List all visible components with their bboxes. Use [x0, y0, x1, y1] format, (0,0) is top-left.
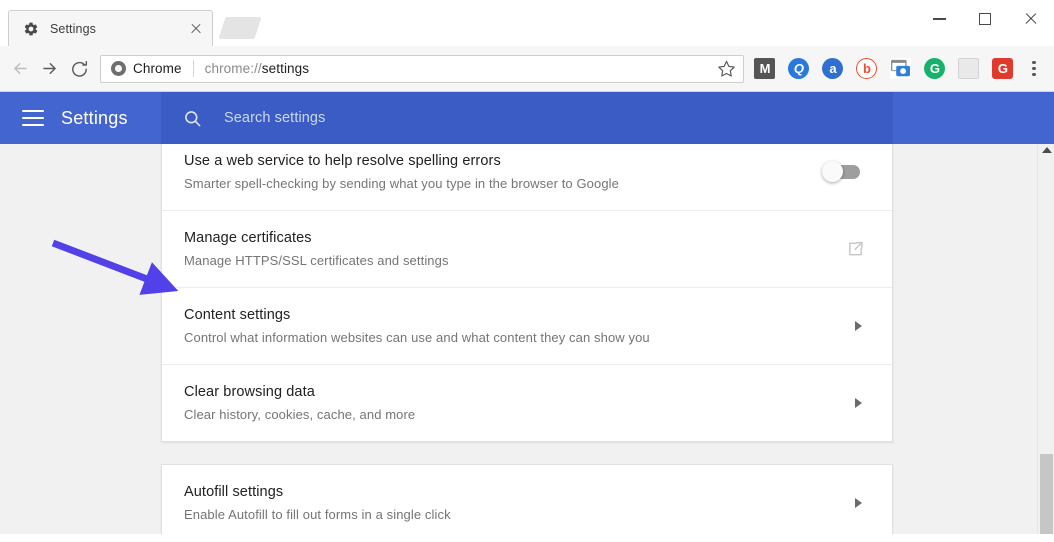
alexa-extension-icon[interactable]: a: [816, 52, 850, 86]
autofill-settings-card: Autofill settings Enable Autofill to fil…: [161, 464, 893, 534]
content-settings-row[interactable]: Content settings Control what informatio…: [162, 288, 892, 365]
window-controls: [916, 0, 1054, 46]
gmail-offline-extension-icon[interactable]: G: [986, 52, 1020, 86]
vertical-scrollbar[interactable]: [1037, 144, 1054, 534]
hamburger-menu-icon[interactable]: [22, 110, 44, 126]
url-text: chrome://settings: [205, 61, 310, 76]
scroll-up-arrow-icon[interactable]: [1041, 147, 1052, 153]
url-path: settings: [261, 61, 310, 76]
search-placeholder: Search settings: [224, 110, 326, 126]
back-button[interactable]: [6, 54, 35, 84]
chevron-right-icon[interactable]: [855, 321, 862, 331]
search-input[interactable]: Search settings: [161, 92, 893, 144]
row-subtitle: Enable Autofill to fill out forms in a s…: [184, 507, 451, 522]
chrome-logo-icon: [110, 61, 126, 76]
chrome-menu-icon[interactable]: [1020, 52, 1048, 86]
page-title: Settings: [61, 107, 128, 128]
row-title: Content settings: [184, 307, 291, 323]
reload-button[interactable]: [65, 54, 94, 84]
new-tab-button[interactable]: [218, 17, 262, 39]
tab-strip: Settings: [0, 0, 880, 46]
forward-button[interactable]: [35, 54, 64, 84]
screenshot-extension-icon[interactable]: [884, 52, 918, 86]
browser-window: Settings Chrome chrome://settings M Q a …: [0, 0, 1054, 542]
row-action: [855, 398, 874, 408]
note-extension-icon[interactable]: [952, 52, 986, 86]
url-scheme: chrome://: [204, 61, 262, 76]
search-icon: [183, 109, 202, 128]
external-link-icon[interactable]: [847, 241, 864, 258]
row-subtitle: Control what information websites can us…: [184, 330, 650, 345]
browser-toolbar: Chrome chrome://settings M Q a b G G: [0, 46, 1054, 92]
omnibox-divider: [192, 60, 194, 77]
clear-browsing-data-row[interactable]: Clear browsing data Clear history, cooki…: [162, 365, 892, 441]
row-action: [847, 241, 874, 258]
row-subtitle: Clear history, cookies, cache, and more: [184, 407, 416, 422]
row-title: Use a web service to help resolve spelli…: [184, 153, 501, 169]
address-bar[interactable]: Chrome chrome://settings: [99, 54, 744, 83]
row-title: Clear browsing data: [184, 384, 315, 400]
scrollbar-thumb[interactable]: [1040, 454, 1053, 534]
row-action: [855, 321, 874, 331]
spelling-service-toggle[interactable]: [822, 161, 860, 182]
row-subtitle: Manage HTTPS/SSL certificates and settin…: [184, 253, 449, 268]
badge-label: Chrome: [132, 61, 182, 76]
row-title: Manage certificates: [184, 230, 312, 246]
manage-certificates-row[interactable]: Manage certificates Manage HTTPS/SSL cer…: [162, 211, 892, 288]
bitly-extension-icon[interactable]: b: [850, 52, 884, 86]
settings-content: Use a web service to help resolve spelli…: [0, 144, 1054, 534]
security-badge: Chrome: [110, 61, 182, 76]
tab-settings[interactable]: Settings: [8, 10, 213, 46]
bookmark-star-icon[interactable]: [717, 59, 737, 79]
spelling-service-row[interactable]: Use a web service to help resolve spelli…: [162, 144, 892, 211]
tab-title: Settings: [50, 21, 96, 36]
maximize-button[interactable]: [962, 0, 1008, 38]
row-action: [822, 161, 874, 182]
autofill-settings-row[interactable]: Autofill settings Enable Autofill to fil…: [162, 465, 892, 534]
chevron-right-icon[interactable]: [855, 398, 862, 408]
title-bar: Settings: [0, 0, 1054, 46]
settings-header: Settings Search settings: [0, 92, 1054, 144]
chevron-right-icon[interactable]: [855, 498, 862, 508]
mail-extension-icon[interactable]: M: [748, 52, 782, 86]
row-action: [855, 498, 874, 508]
grammar-extension-icon[interactable]: G: [918, 52, 952, 86]
privacy-settings-card: Use a web service to help resolve spelli…: [161, 144, 893, 442]
search-circle-extension-icon[interactable]: Q: [782, 52, 816, 86]
minimize-button[interactable]: [916, 0, 962, 38]
close-window-button[interactable]: [1008, 0, 1054, 38]
gear-icon: [23, 21, 39, 37]
row-subtitle: Smarter spell-checking by sending what y…: [184, 176, 619, 191]
close-icon[interactable]: [188, 21, 204, 37]
row-title: Autofill settings: [184, 484, 284, 500]
extension-icons: M Q a b G G: [748, 52, 1048, 86]
